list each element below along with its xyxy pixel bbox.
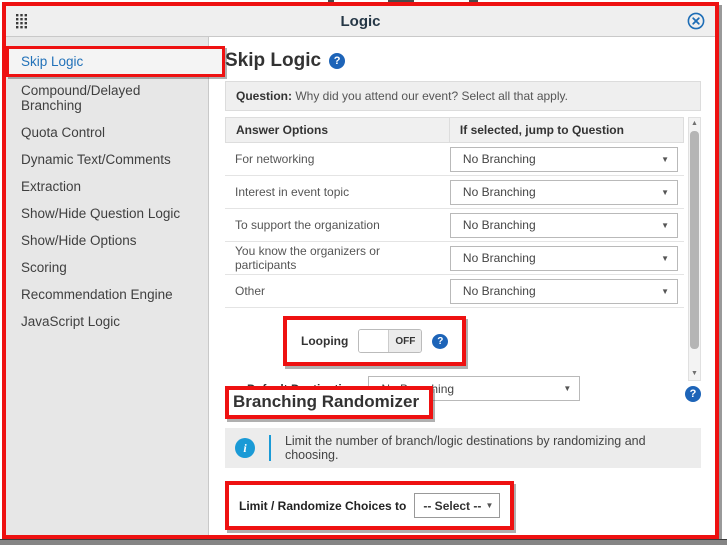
dropdown-value: No Branching bbox=[463, 152, 536, 166]
sidebar-item-recommendation-engine[interactable]: Recommendation Engine bbox=[6, 281, 208, 308]
page-background: Logic Skip Logic Compound/Delayed Branch… bbox=[0, 0, 727, 545]
jump-to-question-dropdown[interactable]: No Branching ▼ bbox=[450, 246, 678, 271]
table-row: To support the organization No Branching… bbox=[225, 209, 684, 242]
chevron-down-icon: ▼ bbox=[661, 287, 669, 296]
help-icon[interactable]: ? bbox=[685, 386, 701, 402]
drag-handle-icon[interactable] bbox=[16, 14, 42, 29]
toggle-knob bbox=[359, 330, 389, 352]
sidebar-item-show-hide-options[interactable]: Show/Hide Options bbox=[6, 227, 208, 254]
jump-to-question-dropdown[interactable]: No Branching ▼ bbox=[450, 213, 678, 238]
sidebar-item-scoring[interactable]: Scoring bbox=[6, 254, 208, 281]
sidebar-item-quota-control[interactable]: Quota Control bbox=[6, 119, 208, 146]
dropdown-value: No Branching bbox=[463, 251, 536, 265]
dropdown-value: No Branching bbox=[463, 284, 536, 298]
logic-sidebar: Skip Logic Compound/Delayed Branching Qu… bbox=[6, 37, 209, 535]
sidebar-item-compound-delayed-branching[interactable]: Compound/Delayed Branching bbox=[6, 77, 208, 119]
question-text: Why did you attend our event? Select all… bbox=[295, 89, 568, 103]
randomizer-annotation-box: Branching Randomizer bbox=[225, 386, 433, 419]
answer-option-label: To support the organization bbox=[225, 218, 450, 232]
limit-annotation-box: Limit / Randomize Choices to -- Select -… bbox=[225, 481, 514, 530]
randomizer-info-bar: i Limit the number of branch/logic desti… bbox=[225, 428, 701, 468]
sidebar-item-javascript-logic[interactable]: JavaScript Logic bbox=[6, 308, 208, 335]
table-row: You know the organizers or participants … bbox=[225, 242, 684, 275]
jump-to-question-dropdown[interactable]: No Branching ▼ bbox=[450, 279, 678, 304]
dropdown-value: No Branching bbox=[463, 218, 536, 232]
logic-modal: Logic Skip Logic Compound/Delayed Branch… bbox=[2, 2, 719, 539]
scrollbar-thumb[interactable] bbox=[690, 131, 699, 349]
chevron-down-icon: ▼ bbox=[661, 254, 669, 263]
table-row: Interest in event topic No Branching ▼ bbox=[225, 176, 684, 209]
panel-title: Skip Logic bbox=[225, 50, 321, 72]
answer-option-label: You know the organizers or participants bbox=[225, 244, 450, 272]
skip-logic-panel: Skip Logic ? Question: Why did you atten… bbox=[209, 37, 715, 535]
answer-option-label: For networking bbox=[225, 152, 450, 166]
toggle-state-label: OFF bbox=[389, 330, 421, 352]
answer-option-label: Other bbox=[225, 284, 450, 298]
chevron-down-icon: ▼ bbox=[661, 155, 669, 164]
branching-randomizer-title: Branching Randomizer bbox=[233, 392, 419, 411]
answer-option-label: Interest in event topic bbox=[225, 185, 450, 199]
chevron-down-icon: ▼ bbox=[661, 188, 669, 197]
limit-randomize-label: Limit / Randomize Choices to bbox=[239, 499, 406, 513]
column-header-jump-to-question: If selected, jump to Question bbox=[450, 118, 683, 142]
background-page-strip bbox=[0, 539, 727, 545]
table-header-row: Answer Options If selected, jump to Ques… bbox=[225, 117, 684, 143]
limit-randomize-select[interactable]: -- Select -- ▼ bbox=[414, 493, 500, 518]
looping-toggle[interactable]: OFF bbox=[358, 329, 422, 353]
dropdown-value: -- Select -- bbox=[423, 499, 481, 513]
info-icon: i bbox=[235, 438, 255, 458]
chevron-down-icon: ▼ bbox=[661, 221, 669, 230]
modal-title: Logic bbox=[42, 13, 679, 30]
jump-to-question-dropdown[interactable]: No Branching ▼ bbox=[450, 180, 678, 205]
scroll-up-icon[interactable]: ▲ bbox=[691, 118, 698, 130]
sidebar-item-extraction[interactable]: Extraction bbox=[6, 173, 208, 200]
close-icon[interactable] bbox=[679, 12, 705, 30]
column-header-answer-options: Answer Options bbox=[226, 118, 450, 142]
help-icon[interactable]: ? bbox=[432, 334, 448, 349]
sidebar-item-dynamic-text-comments[interactable]: Dynamic Text/Comments bbox=[6, 146, 208, 173]
dropdown-value: No Branching bbox=[463, 185, 536, 199]
looping-label: Looping bbox=[301, 334, 348, 348]
branching-scroll-area: Answer Options If selected, jump to Ques… bbox=[225, 117, 701, 381]
scroll-down-icon[interactable]: ▼ bbox=[691, 368, 698, 380]
info-divider bbox=[269, 435, 271, 461]
table-row: For networking No Branching ▼ bbox=[225, 143, 684, 176]
vertical-scrollbar[interactable]: ▲ ▼ bbox=[688, 117, 701, 381]
jump-to-question-dropdown[interactable]: No Branching ▼ bbox=[450, 147, 678, 172]
help-icon[interactable]: ? bbox=[329, 53, 345, 69]
modal-titlebar: Logic bbox=[6, 6, 715, 37]
table-row: Other No Branching ▼ bbox=[225, 275, 684, 308]
sidebar-item-show-hide-question-logic[interactable]: Show/Hide Question Logic bbox=[6, 200, 208, 227]
question-label: Question: bbox=[236, 89, 292, 103]
looping-annotation-box: Looping OFF ? bbox=[283, 316, 466, 366]
randomizer-info-text: Limit the number of branch/logic destina… bbox=[285, 434, 691, 462]
chevron-down-icon: ▼ bbox=[485, 501, 493, 510]
question-summary: Question: Why did you attend our event? … bbox=[225, 81, 701, 111]
sidebar-item-skip-logic[interactable]: Skip Logic bbox=[6, 46, 225, 77]
